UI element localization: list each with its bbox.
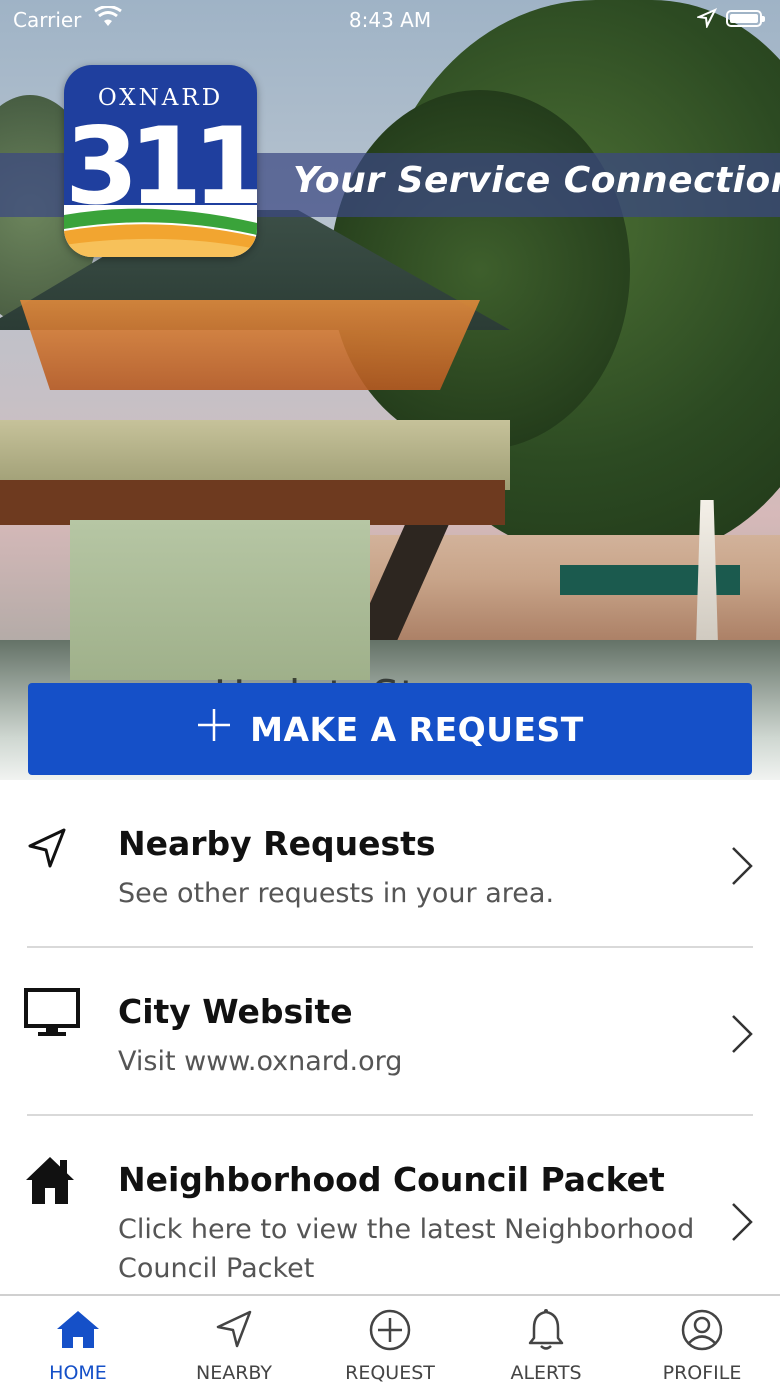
bell-icon <box>528 1309 564 1350</box>
chevron-right-icon <box>728 844 756 892</box>
location-arrow-icon <box>695 7 718 33</box>
user-circle-icon <box>681 1309 723 1351</box>
menu-item-nearby-requests[interactable]: Nearby Requests See other requests in yo… <box>0 780 780 946</box>
menu-item-subtitle: Visit www.oxnard.org <box>118 1046 403 1077</box>
menu-item-title: Nearby Requests <box>118 824 436 863</box>
oxnard-311-logo: OXNARD 311 <box>64 65 257 257</box>
tab-bar: HOME NEARBY REQUEST ALERTS PROFILE <box>0 1294 780 1389</box>
menu-item-subtitle: See other requests in your area. <box>118 878 555 909</box>
chevron-right-icon <box>728 1200 756 1248</box>
gazebo-base <box>70 520 370 680</box>
menu-item-title: Neighborhood Council Packet <box>118 1160 665 1199</box>
navigation-arrow-icon <box>216 1310 252 1348</box>
navigation-arrow-icon <box>24 826 70 876</box>
tab-request[interactable]: REQUEST <box>312 1296 468 1389</box>
tab-label: NEARBY <box>195 1362 273 1384</box>
home-icon <box>57 1311 99 1348</box>
menu-item-title: City Website <box>118 992 353 1031</box>
battery-icon <box>726 10 765 27</box>
tab-label: PROFILE <box>662 1362 742 1384</box>
menu-item-neighborhood-council-packet[interactable]: Neighborhood Council Packet Click here t… <box>0 1116 780 1294</box>
monitor-icon <box>24 988 80 1042</box>
status-bar: Carrier 8:43 AM <box>0 0 780 40</box>
tab-label: HOME <box>49 1362 107 1384</box>
gazebo-deck <box>0 480 505 525</box>
tab-profile[interactable]: PROFILE <box>624 1296 780 1389</box>
logo-waves <box>64 205 257 257</box>
clock: 8:43 AM <box>348 8 432 32</box>
tab-nearby[interactable]: NEARBY <box>156 1296 312 1389</box>
tagline-text: Your Service Connection <box>293 160 780 201</box>
gazebo-lights <box>20 300 480 390</box>
menu-item-subtitle: Click here to view the latest Neighborho… <box>118 1214 695 1284</box>
tab-alerts[interactable]: ALERTS <box>468 1296 624 1389</box>
plus-icon <box>196 707 232 751</box>
menu-item-city-website[interactable]: City Website Visit www.oxnard.org <box>0 948 780 1114</box>
tab-label: REQUEST <box>345 1362 435 1384</box>
house-icon <box>24 1154 76 1210</box>
hero-banner: Your Service Connection OXNARD 311 <box>0 0 780 780</box>
tab-label: ALERTS <box>510 1362 582 1384</box>
make-request-button[interactable]: MAKE A REQUEST <box>28 683 752 775</box>
chevron-right-icon <box>728 1012 756 1060</box>
plus-circle-icon <box>369 1309 411 1351</box>
tab-home[interactable]: HOME <box>0 1296 156 1389</box>
make-request-label: MAKE A REQUEST <box>250 709 584 749</box>
